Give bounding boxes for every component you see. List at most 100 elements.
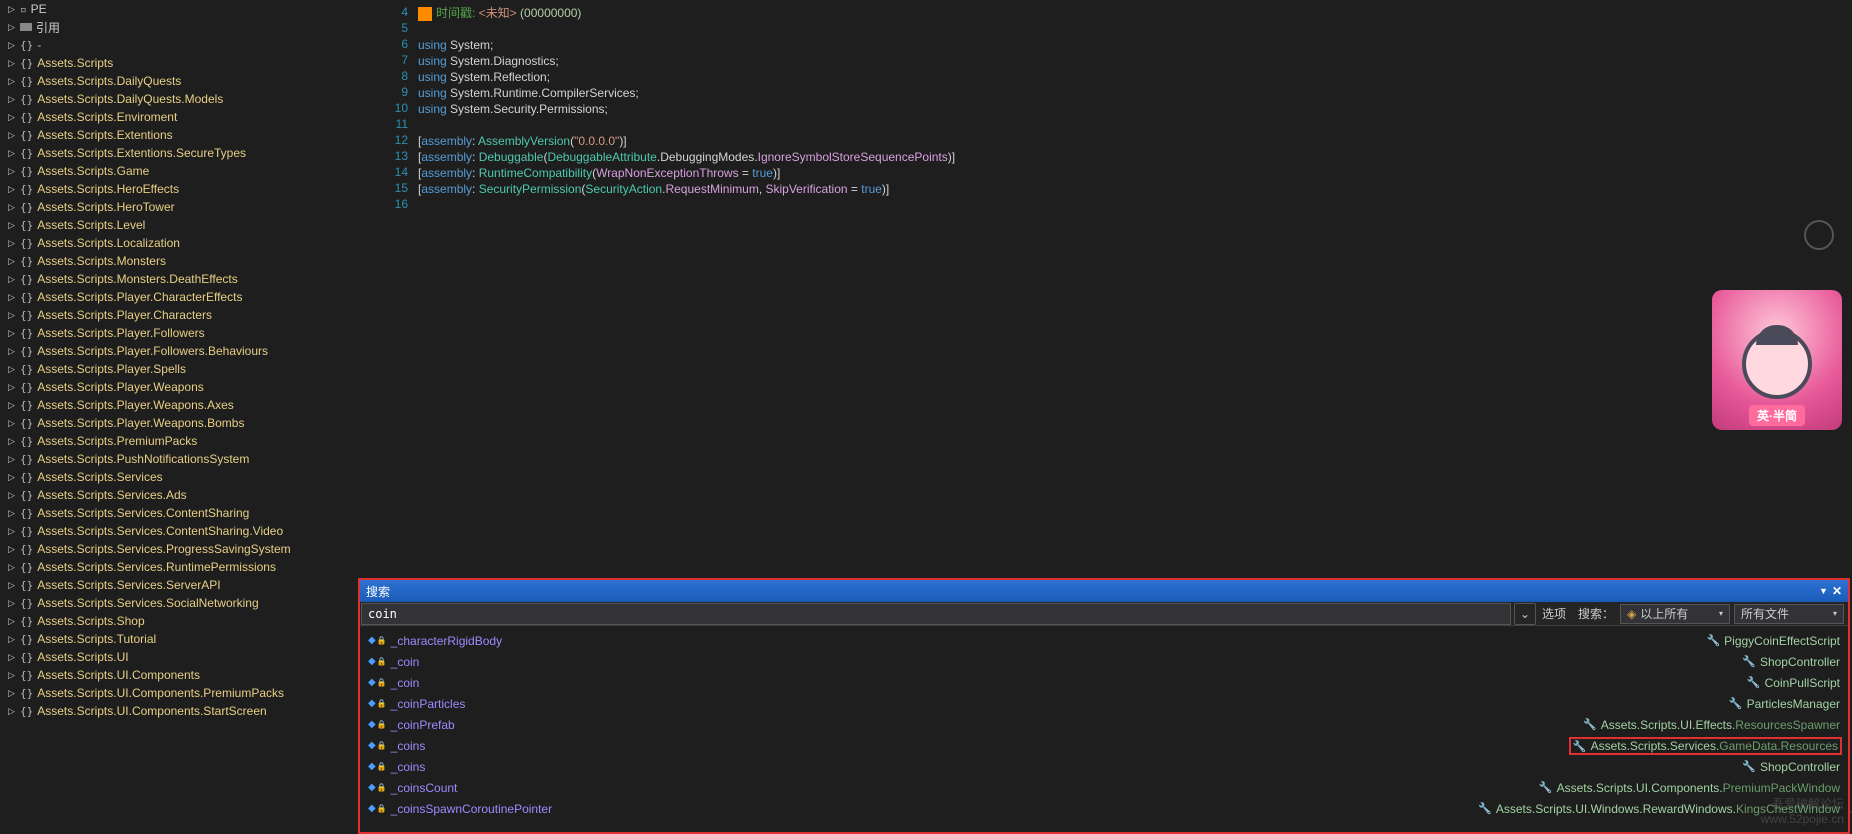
namespace-item[interactable]: ▷{}Assets.Scripts.Tutorial (4, 630, 354, 648)
lock-icon: 🔒 (377, 636, 387, 645)
lock-icon: 🔒 (377, 720, 387, 729)
namespace-item[interactable]: ▷{}Assets.Scripts.Player.Weapons (4, 378, 354, 396)
namespace-item[interactable]: ▷{}Assets.Scripts.Player.Spells (4, 360, 354, 378)
namespace-item[interactable]: ▷{}Assets.Scripts.PushNotificationsSyste… (4, 450, 354, 468)
options-toggle-icon[interactable]: ⌄ (1514, 603, 1536, 625)
class-icon: 🔧 (1583, 718, 1597, 731)
search-bar: ⌄ 选项 搜索： ◈以上所有▾ 所有文件▾ (360, 602, 1848, 626)
namespace-item[interactable]: ▷{}Assets.Scripts.UI.Components.PremiumP… (4, 684, 354, 702)
search-result-type[interactable]: 🔧ShopController (1476, 756, 1840, 777)
class-icon: 🔧 (1747, 676, 1761, 689)
class-icon: 🔧 (1742, 760, 1756, 773)
search-result-type[interactable]: 🔧Assets.Scripts.UI.Windows.RewardWindows… (1476, 798, 1840, 819)
search-input[interactable] (361, 603, 1511, 625)
namespace-item[interactable]: ▷{}Assets.Scripts (4, 54, 354, 72)
namespace-item[interactable]: ▷{}Assets.Scripts.Player.Characters (4, 306, 354, 324)
search-result-field[interactable]: ◆🔒_coinParticles (368, 693, 1460, 714)
namespace-item[interactable]: ▷{}Assets.Scripts.Monsters.DeathEffects (4, 270, 354, 288)
namespace-item[interactable]: ▷{}Assets.Scripts.UI.Components (4, 666, 354, 684)
namespace-item[interactable]: ▷{}Assets.Scripts.Services.SocialNetwork… (4, 594, 354, 612)
namespace-item[interactable]: ▷{}Assets.Scripts.Services.Ads (4, 486, 354, 504)
settings-gear-icon[interactable] (1804, 220, 1834, 250)
search-result-field[interactable]: ◆🔒_coinsSpawnCoroutinePointer (368, 798, 1460, 819)
lock-icon: 🔒 (377, 783, 387, 792)
field-icon: ◆ (368, 656, 376, 667)
namespace-item[interactable]: ▷{}Assets.Scripts.Extentions.SecureTypes (4, 144, 354, 162)
search-result-field[interactable]: ◆🔒_characterRigidBody (368, 630, 1460, 651)
search-result-field[interactable]: ◆🔒_coin (368, 672, 1460, 693)
namespace-item[interactable]: ▷{}Assets.Scripts.UI.Components.StartScr… (4, 702, 354, 720)
search-title: 搜索 (366, 583, 1819, 600)
files-dropdown[interactable]: 所有文件▾ (1734, 604, 1844, 624)
mascot-avatar: 英·半简 (1712, 290, 1842, 430)
avatar-label: 英·半简 (1749, 405, 1805, 426)
search-result-field[interactable]: ◆🔒_coin (368, 651, 1460, 672)
namespace-item[interactable]: ▷{}Assets.Scripts.HeroEffects (4, 180, 354, 198)
tree-dash[interactable]: ▷{}- (4, 36, 354, 54)
namespace-item[interactable]: ▷{}Assets.Scripts.Player.Weapons.Bombs (4, 414, 354, 432)
search-result-type[interactable]: 🔧Assets.Scripts.Services.GameData.Resour… (1476, 735, 1840, 756)
tree-references[interactable]: ▷引用 (4, 18, 354, 36)
namespace-item[interactable]: ▷{}Assets.Scripts.Shop (4, 612, 354, 630)
scope-dropdown[interactable]: ◈以上所有▾ (1620, 604, 1730, 624)
namespace-item[interactable]: ▷{}Assets.Scripts.Services.ContentSharin… (4, 504, 354, 522)
namespace-item[interactable]: ▷{}Assets.Scripts.Game (4, 162, 354, 180)
namespace-item[interactable]: ▷{}Assets.Scripts.Services.ContentSharin… (4, 522, 354, 540)
namespace-item[interactable]: ▷{}Assets.Scripts.Localization (4, 234, 354, 252)
search-result-type[interactable]: 🔧ShopController (1476, 651, 1840, 672)
namespace-item[interactable]: ▷{}Assets.Scripts.Monsters (4, 252, 354, 270)
search-result-type[interactable]: 🔧ParticlesManager (1476, 693, 1840, 714)
namespace-item[interactable]: ▷{}Assets.Scripts.Player.Weapons.Axes (4, 396, 354, 414)
namespace-item[interactable]: ▷{}Assets.Scripts.HeroTower (4, 198, 354, 216)
search-result-type[interactable]: 🔧CoinPullScript (1476, 672, 1840, 693)
field-icon: ◆ (368, 803, 376, 814)
namespace-item[interactable]: ▷{}Assets.Scripts.Player.Followers (4, 324, 354, 342)
search-result-type[interactable]: 🔧PiggyCoinEffectScript (1476, 630, 1840, 651)
references-icon (20, 23, 32, 31)
search-header[interactable]: 搜索 ▼ ✕ (360, 580, 1848, 602)
search-panel: 搜索 ▼ ✕ ⌄ 选项 搜索： ◈以上所有▾ 所有文件▾ ◆🔒_characte… (358, 578, 1850, 834)
namespace-item[interactable]: ▷{}Assets.Scripts.DailyQuests (4, 72, 354, 90)
namespace-item[interactable]: ▷{}Assets.Scripts.Level (4, 216, 354, 234)
tree-pe[interactable]: ▷▫PE (4, 0, 354, 18)
namespace-item[interactable]: ▷{}Assets.Scripts.UI (4, 648, 354, 666)
field-icon: ◆ (368, 740, 376, 751)
collapse-icon[interactable]: ▼ (1819, 586, 1828, 596)
lock-icon: 🔒 (377, 657, 387, 666)
cube-icon: ◈ (1627, 607, 1636, 621)
namespace-item[interactable]: ▷{}Assets.Scripts.DailyQuests.Models (4, 90, 354, 108)
namespace-item[interactable]: ▷{}Assets.Scripts.Extentions (4, 126, 354, 144)
lock-icon: 🔒 (377, 741, 387, 750)
class-icon: 🔧 (1742, 655, 1756, 668)
lock-icon: 🔒 (377, 678, 387, 687)
options-label: 选项 (1542, 605, 1566, 622)
class-icon: 🔧 (1706, 634, 1720, 647)
lock-icon: 🔒 (377, 804, 387, 813)
search-result-type[interactable]: 🔧Assets.Scripts.UI.Components.PremiumPac… (1476, 777, 1840, 798)
field-icon: ◆ (368, 677, 376, 688)
namespace-item[interactable]: ▷{}Assets.Scripts.Player.CharacterEffect… (4, 288, 354, 306)
namespace-item[interactable]: ▷{}Assets.Scripts.Services (4, 468, 354, 486)
field-icon: ◆ (368, 698, 376, 709)
namespace-item[interactable]: ▷{}Assets.Scripts.Services.RuntimePermis… (4, 558, 354, 576)
search-results-right: 🔧PiggyCoinEffectScript🔧ShopController🔧Co… (1468, 626, 1848, 832)
field-icon: ◆ (368, 719, 376, 730)
field-icon: ◆ (368, 761, 376, 772)
search-result-field[interactable]: ◆🔒_coinsCount (368, 777, 1460, 798)
namespace-item[interactable]: ▷{}Assets.Scripts.Services.ServerAPI (4, 576, 354, 594)
search-result-type[interactable]: 🔧Assets.Scripts.UI.Effects.ResourcesSpaw… (1476, 714, 1840, 735)
lock-icon: 🔒 (377, 762, 387, 771)
field-icon: ◆ (368, 635, 376, 646)
class-icon: 🔧 (1478, 802, 1492, 815)
search-results-left: ◆🔒_characterRigidBody◆🔒_coin◆🔒_coin◆🔒_co… (360, 626, 1468, 832)
search-scope-label: 搜索： (1578, 605, 1614, 622)
namespace-item[interactable]: ▷{}Assets.Scripts.Player.Followers.Behav… (4, 342, 354, 360)
close-icon[interactable]: ✕ (1832, 584, 1842, 598)
search-result-field[interactable]: ◆🔒_coins (368, 735, 1460, 756)
namespace-item[interactable]: ▷{}Assets.Scripts.PremiumPacks (4, 432, 354, 450)
search-result-field[interactable]: ◆🔒_coinPrefab (368, 714, 1460, 735)
namespace-item[interactable]: ▷{}Assets.Scripts.Enviroment (4, 108, 354, 126)
search-result-field[interactable]: ◆🔒_coins (368, 756, 1460, 777)
namespace-item[interactable]: ▷{}Assets.Scripts.Services.ProgressSavin… (4, 540, 354, 558)
lock-icon: 🔒 (377, 699, 387, 708)
